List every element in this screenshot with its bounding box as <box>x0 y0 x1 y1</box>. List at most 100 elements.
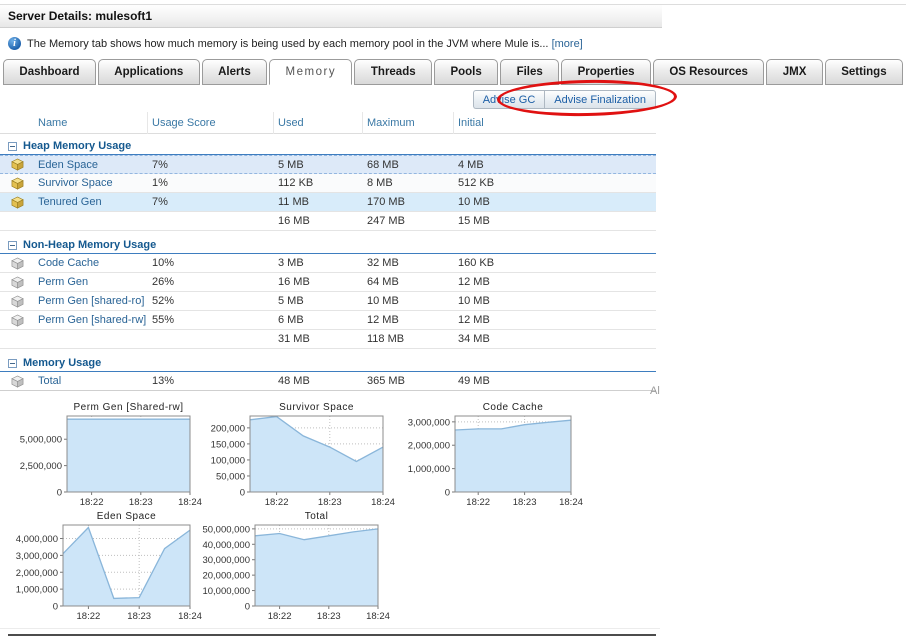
svg-text:150,000: 150,000 <box>211 439 245 450</box>
cell-total-value: 118 MB <box>363 333 454 345</box>
cell-used: 5 MB <box>274 159 363 171</box>
section-title: Non-Heap Memory Usage <box>23 239 156 251</box>
cell-name[interactable]: Total <box>34 375 148 387</box>
tab-dashboard[interactable]: Dashboard <box>3 59 96 85</box>
cell-used: 16 MB <box>274 276 363 288</box>
cell-total-value: 15 MB <box>454 215 656 227</box>
table-row[interactable]: Survivor Space1%112 KB8 MB512 KB <box>0 174 656 193</box>
table-row[interactable]: Tenured Gen7%11 MB170 MB10 MB <box>0 193 656 212</box>
table-row[interactable]: Perm Gen [shared-rw]55%6 MB12 MB12 MB <box>0 311 656 330</box>
svg-text:18:22: 18:22 <box>77 611 101 622</box>
svg-text:0: 0 <box>53 602 58 613</box>
tab-jmx[interactable]: JMX <box>766 59 822 85</box>
cell-name[interactable]: Code Cache <box>34 257 148 269</box>
cell-name[interactable]: Tenured Gen <box>34 196 148 208</box>
section-total-row: 16 MB247 MB15 MB <box>0 212 656 231</box>
tab-files[interactable]: Files <box>500 59 559 85</box>
tab-threads[interactable]: Threads <box>354 59 432 85</box>
cell-initial: 512 KB <box>454 177 656 189</box>
tab-properties[interactable]: Properties <box>561 59 651 85</box>
svg-text:40,000,000: 40,000,000 <box>202 540 250 551</box>
svg-text:2,500,000: 2,500,000 <box>20 461 62 472</box>
tab-bar: DashboardApplicationsAlertsMemoryThreads… <box>0 58 906 85</box>
cell-name[interactable]: Survivor Space <box>34 177 148 189</box>
svg-text:2,000,000: 2,000,000 <box>16 568 58 579</box>
table-row[interactable]: Perm Gen26%16 MB64 MB12 MB <box>0 273 656 292</box>
table-row[interactable]: Code Cache10%3 MB32 MB160 KB <box>0 254 656 273</box>
page-title-bar: Server Details: mulesoft1 <box>0 5 662 28</box>
more-link[interactable]: [more] <box>552 38 583 50</box>
column-header-maximum[interactable]: Maximum <box>363 112 454 134</box>
svg-text:0: 0 <box>445 488 450 499</box>
tab-memory[interactable]: Memory <box>269 59 352 85</box>
cell-used: 11 MB <box>274 196 363 208</box>
table-row[interactable]: Perm Gen [shared-ro]52%5 MB10 MB10 MB <box>0 292 656 311</box>
svg-text:18:23: 18:23 <box>513 497 537 508</box>
cell-score: 52% <box>148 295 274 307</box>
column-header-initial[interactable]: Initial <box>454 112 656 134</box>
cell-name[interactable]: Perm Gen [shared-ro] <box>34 295 148 307</box>
cell-name[interactable]: Perm Gen <box>34 276 148 288</box>
svg-text:18:24: 18:24 <box>366 611 390 622</box>
chart-code-cache: 0 1,000,000 2,000,000 3,000,000 18:22 18:23 18… <box>397 400 589 515</box>
clipped-text-fragment: Al <box>650 385 660 397</box>
collapse-icon[interactable] <box>8 142 17 151</box>
section-title: Memory Usage <box>23 357 101 369</box>
table-row[interactable]: Total13%48 MB365 MB49 MB <box>0 372 656 391</box>
bottom-divider-light <box>0 628 660 629</box>
svg-text:50,000,000: 50,000,000 <box>202 524 250 535</box>
collapse-icon[interactable] <box>8 359 17 368</box>
svg-text:18:23: 18:23 <box>317 611 341 622</box>
column-header-usage-score[interactable]: Usage Score <box>148 112 274 134</box>
cell-used: 48 MB <box>274 375 363 387</box>
cell-initial: 10 MB <box>454 295 656 307</box>
svg-text:18:24: 18:24 <box>559 497 583 508</box>
memory-pool-icon-gray <box>0 375 34 388</box>
collapse-icon[interactable] <box>8 241 17 250</box>
cell-initial: 160 KB <box>454 257 656 269</box>
cell-name[interactable]: Perm Gen [shared-rw] <box>34 314 148 326</box>
svg-text:Code Cache: Code Cache <box>483 402 544 413</box>
column-header-used[interactable]: Used <box>274 112 363 134</box>
section-header-memory-usage[interactable]: Memory Usage <box>0 355 656 372</box>
page-title: Server Details: mulesoft1 <box>8 9 152 23</box>
column-header-name[interactable]: Name <box>0 112 148 134</box>
cell-initial: 10 MB <box>454 196 656 208</box>
cell-max: 8 MB <box>363 177 454 189</box>
svg-text:3,000,000: 3,000,000 <box>408 417 450 428</box>
section-header-non-heap-memory-usage[interactable]: Non-Heap Memory Usage <box>0 237 656 254</box>
cell-score: 1% <box>148 177 274 189</box>
cell-score: 26% <box>148 276 274 288</box>
info-icon: i <box>8 37 21 50</box>
table-row[interactable]: Eden Space7%5 MB68 MB4 MB <box>0 155 656 174</box>
svg-text:20,000,000: 20,000,000 <box>202 571 250 582</box>
advise-button-group: Advise GC Advise Finalization <box>473 90 656 109</box>
chart-total: 010,000,00020,000,00030,000,00040,000,00… <box>197 509 396 629</box>
section-header-heap-memory-usage[interactable]: Heap Memory Usage <box>0 138 656 155</box>
svg-text:18:24: 18:24 <box>371 497 395 508</box>
tab-alerts[interactable]: Alerts <box>202 59 267 85</box>
memory-pool-icon-yellow <box>0 196 34 209</box>
tab-settings[interactable]: Settings <box>825 59 903 85</box>
svg-text:18:23: 18:23 <box>318 497 342 508</box>
tab-applications[interactable]: Applications <box>98 59 200 85</box>
cell-max: 170 MB <box>363 196 454 208</box>
svg-text:18:22: 18:22 <box>466 497 490 508</box>
table-body: Heap Memory UsageEden Space7%5 MB68 MB4 … <box>0 138 656 391</box>
table-header-row: NameUsage ScoreUsedMaximumInitial <box>0 112 656 134</box>
info-text: The Memory tab shows how much memory is … <box>27 38 583 50</box>
tab-os-resources[interactable]: OS Resources <box>653 59 764 85</box>
advise-finalization-button[interactable]: Advise Finalization <box>544 90 656 109</box>
cell-name[interactable]: Eden Space <box>34 159 148 171</box>
tab-pools[interactable]: Pools <box>434 59 498 85</box>
advise-gc-button[interactable]: Advise GC <box>473 90 545 109</box>
cell-max: 12 MB <box>363 314 454 326</box>
svg-text:Survivor Space: Survivor Space <box>279 402 354 413</box>
svg-text:1,000,000: 1,000,000 <box>408 464 450 475</box>
memory-pool-icon-gray <box>0 257 34 270</box>
cell-initial: 12 MB <box>454 314 656 326</box>
section-total-row: 31 MB118 MB34 MB <box>0 330 656 349</box>
cell-score: 7% <box>148 159 274 171</box>
svg-text:0: 0 <box>245 602 250 613</box>
svg-text:2,000,000: 2,000,000 <box>408 441 450 452</box>
